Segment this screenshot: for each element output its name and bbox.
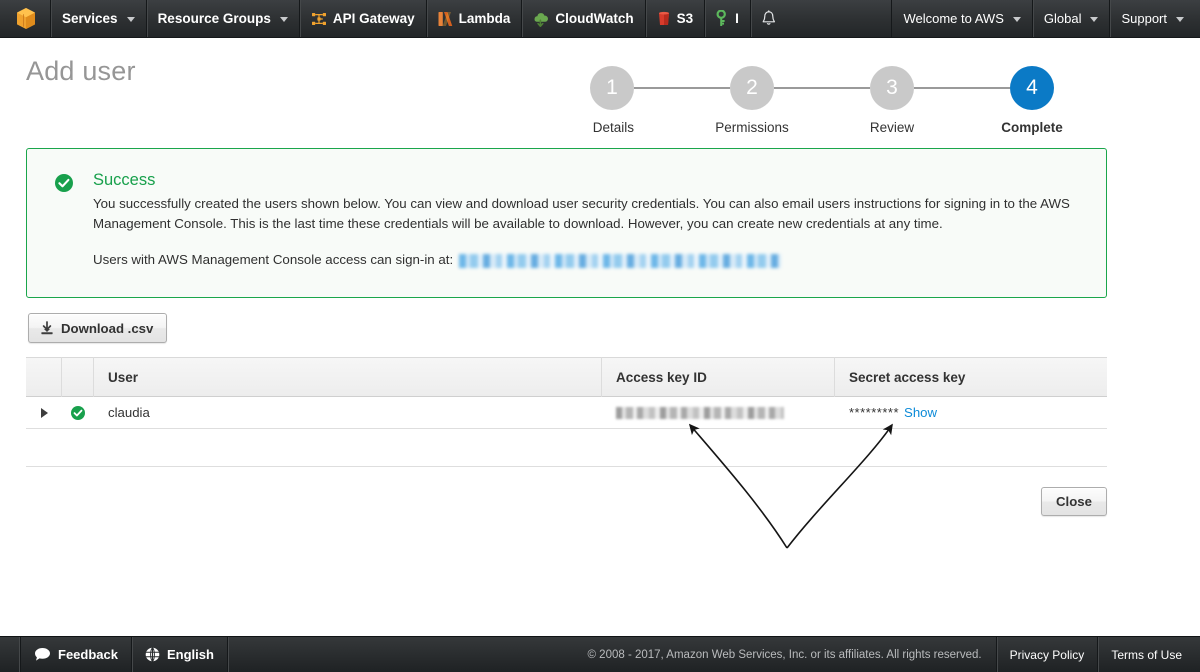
notification-bell-icon	[761, 10, 777, 27]
expand-triangle-icon[interactable]	[41, 408, 48, 418]
table-row[interactable]: claudia ********* Show	[26, 397, 1107, 429]
footer-bar: Feedback English © 2008 - 2017, Amazon W…	[0, 636, 1200, 672]
copyright-text: © 2008 - 2017, Amazon Web Services, Inc.…	[574, 637, 997, 672]
wizard-step-permissions[interactable]: 2 Permissions	[730, 66, 774, 137]
download-csv-label: Download .csv	[61, 321, 153, 336]
step-label-review: Review	[870, 120, 914, 135]
nav-item-account-menu[interactable]: Welcome to AWS	[891, 0, 1032, 37]
nav-label-api-gateway: API Gateway	[333, 11, 415, 26]
success-check-icon	[55, 174, 73, 192]
status-success-icon	[71, 406, 85, 420]
row-user-name: claudia	[94, 397, 602, 429]
step-connector-1	[634, 87, 730, 89]
row-status-cell	[62, 397, 94, 429]
iam-key-icon	[716, 10, 729, 27]
signin-url-line: Users with AWS Management Console access…	[93, 250, 781, 269]
step-label-permissions: Permissions	[715, 120, 789, 135]
feedback-label: Feedback	[58, 647, 118, 662]
step-label-details: Details	[593, 120, 634, 135]
column-header-expand	[26, 357, 62, 397]
nav-item-cloudwatch[interactable]: CloudWatch	[522, 0, 645, 37]
wizard-step-details[interactable]: 1 Details	[590, 66, 634, 137]
s3-icon	[657, 11, 671, 27]
step-number-2: 2	[730, 66, 774, 110]
nav-label-region: Global	[1044, 11, 1082, 26]
close-button-label: Close	[1056, 494, 1092, 509]
step-number-4: 4	[1010, 66, 1054, 110]
step-number-3: 3	[870, 66, 914, 110]
secret-key-mask: *********	[849, 405, 899, 420]
signin-url-prefix: Users with AWS Management Console access…	[93, 250, 453, 269]
cloudwatch-icon	[533, 11, 549, 27]
download-csv-button[interactable]: Download .csv	[28, 313, 167, 343]
feedback-button[interactable]: Feedback	[20, 637, 132, 672]
table-header-row: User Access key ID Secret access key	[26, 357, 1107, 397]
nav-item-support-menu[interactable]: Support	[1110, 0, 1200, 37]
lambda-icon	[438, 11, 453, 27]
chevron-down-icon	[280, 17, 288, 22]
show-secret-link[interactable]: Show	[904, 405, 937, 420]
nav-item-region-menu[interactable]: Global	[1033, 0, 1111, 37]
nav-label-iam: I	[735, 11, 739, 26]
column-header-secret-access-key: Secret access key	[835, 357, 1107, 397]
success-body-text: You successfully created the users shown…	[93, 194, 1084, 233]
privacy-policy-link[interactable]: Privacy Policy	[997, 637, 1099, 672]
nav-label-resource-groups: Resource Groups	[158, 11, 271, 26]
access-key-id-redacted	[616, 407, 784, 419]
page-title: Add user	[26, 56, 136, 87]
chevron-down-icon	[1176, 17, 1184, 22]
success-alert-panel: Success You successfully created the use…	[26, 148, 1107, 298]
nav-item-lambda[interactable]: Lambda	[427, 0, 523, 37]
language-label: English	[167, 647, 214, 662]
step-connector-2	[774, 87, 870, 89]
language-button[interactable]: English	[132, 637, 228, 672]
aws-console-page: Services Resource Groups API Gateway	[0, 0, 1200, 672]
api-gateway-icon	[311, 11, 327, 27]
nav-item-services[interactable]: Services	[51, 0, 147, 37]
chevron-down-icon	[1013, 17, 1021, 22]
row-access-key-id	[602, 397, 835, 429]
nav-right-group: Welcome to AWS Global Support	[891, 0, 1200, 37]
step-label-complete: Complete	[1001, 120, 1063, 135]
nav-item-iam[interactable]: I	[705, 0, 751, 37]
credentials-table: User Access key ID Secret access key cla…	[26, 357, 1107, 467]
chevron-down-icon	[127, 17, 135, 22]
nav-label-services: Services	[62, 11, 118, 26]
step-connector-3	[914, 87, 1010, 89]
wizard-step-indicator: 1 Details 2 Permissions 3 Review 4 Compl…	[590, 66, 1080, 146]
speech-bubble-icon	[34, 647, 51, 662]
nav-label-account: Welcome to AWS	[903, 11, 1003, 26]
success-title: Success	[93, 171, 155, 190]
wizard-step-review[interactable]: 3 Review	[870, 66, 914, 137]
signin-url-redacted[interactable]	[459, 254, 781, 268]
aws-logo-button[interactable]	[0, 0, 51, 37]
wizard-step-complete[interactable]: 4 Complete	[1010, 66, 1054, 137]
column-header-user: User	[94, 357, 602, 397]
table-empty-row	[26, 429, 1107, 467]
globe-icon	[145, 647, 160, 662]
row-expand-toggle[interactable]	[26, 397, 62, 429]
footer-right-group: © 2008 - 2017, Amazon Web Services, Inc.…	[574, 637, 1200, 672]
nav-label-cloudwatch: CloudWatch	[555, 11, 633, 26]
nav-label-s3: S3	[677, 11, 694, 26]
chevron-down-icon	[1090, 17, 1098, 22]
download-icon	[40, 321, 54, 335]
nav-item-resource-groups[interactable]: Resource Groups	[147, 0, 300, 37]
row-secret-access-key: ********* Show	[835, 397, 1107, 429]
step-number-1: 1	[590, 66, 634, 110]
aws-cube-logo-icon	[16, 8, 36, 30]
nav-label-lambda: Lambda	[459, 11, 511, 26]
column-header-status	[62, 357, 94, 397]
nav-item-s3[interactable]: S3	[646, 0, 706, 37]
close-button[interactable]: Close	[1041, 487, 1107, 516]
column-header-access-key-id: Access key ID	[602, 357, 835, 397]
nav-label-support: Support	[1121, 11, 1167, 26]
notification-bell-button[interactable]	[751, 0, 791, 37]
top-navigation-bar: Services Resource Groups API Gateway	[0, 0, 1200, 38]
terms-of-use-link[interactable]: Terms of Use	[1098, 637, 1200, 672]
nav-item-api-gateway[interactable]: API Gateway	[300, 0, 427, 37]
